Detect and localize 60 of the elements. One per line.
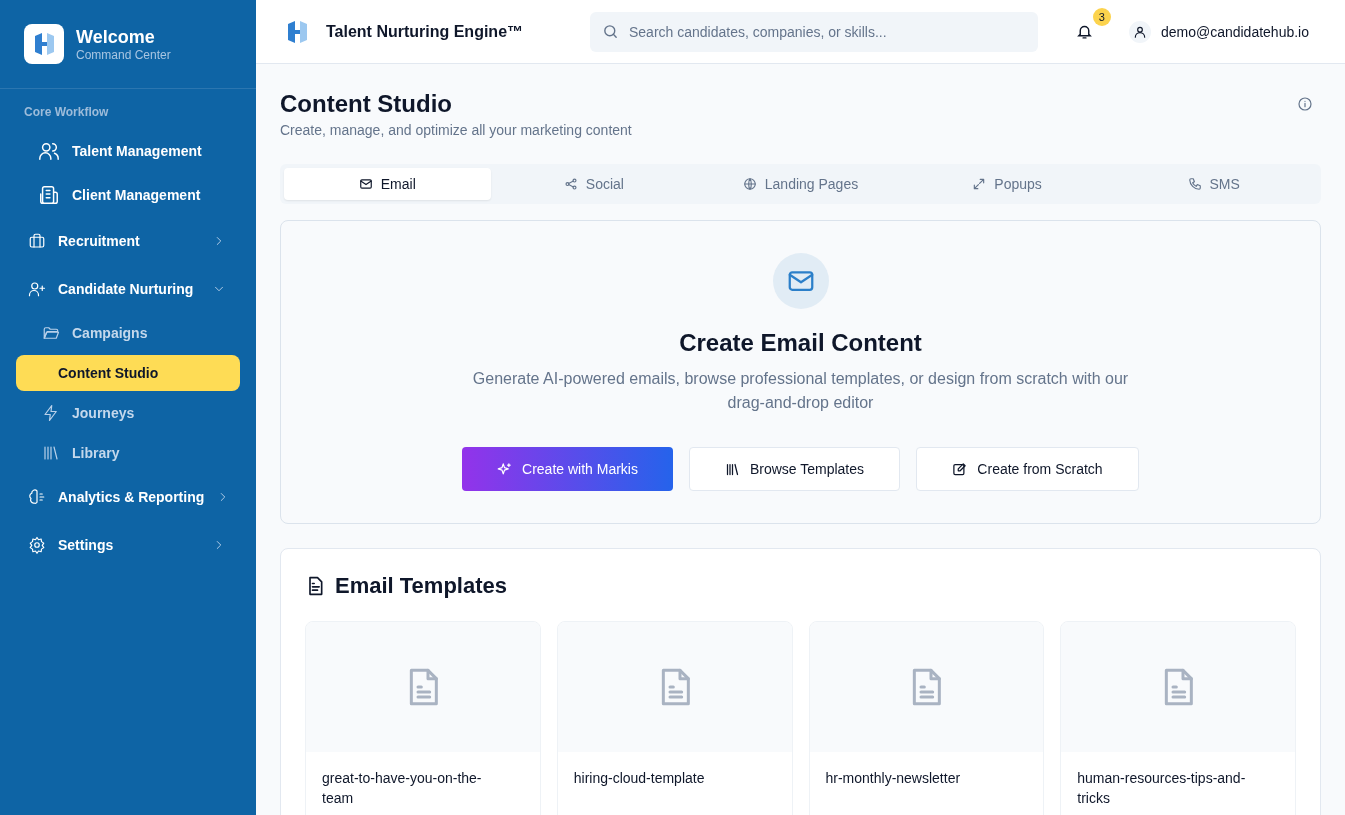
books-icon xyxy=(42,444,60,462)
share-icon xyxy=(563,177,578,191)
action-button[interactable]: Browse Templates xyxy=(689,447,900,491)
user-icon xyxy=(1132,24,1147,39)
template-name: great-to-have-you-on-the-team xyxy=(322,769,483,808)
panel-title: Create Email Content xyxy=(679,329,922,357)
nav-item[interactable]: Library xyxy=(16,433,240,473)
sparkles-icon xyxy=(497,461,513,477)
gear-icon xyxy=(28,536,46,554)
template-card[interactable]: human-resources-tips-and-tricks xyxy=(1060,621,1296,815)
search-field[interactable]: Search candidates, companies, or skills... xyxy=(590,11,1038,52)
nav-item[interactable]: Campaigns xyxy=(16,313,240,353)
template-card[interactable]: hr-monthly-newsletter xyxy=(808,621,1045,815)
brand-title: Welcome xyxy=(76,26,156,48)
users-icon xyxy=(38,140,60,162)
building-icon xyxy=(38,184,60,206)
template-name: hiring-cloud-template xyxy=(573,769,706,788)
search-icon xyxy=(602,22,619,40)
app-title: Talent Nurturing Engine™ xyxy=(326,22,525,41)
globe-icon xyxy=(742,177,757,191)
action-button[interactable]: Create from Scratch xyxy=(916,447,1139,491)
books-icon xyxy=(724,461,740,477)
user-email[interactable]: demo@candidatehub.io xyxy=(1160,23,1309,40)
section-title: Email Templates xyxy=(335,573,507,599)
user-plus-icon xyxy=(28,280,46,298)
brand-subtitle: Command Center xyxy=(76,47,171,62)
tab[interactable]: Social xyxy=(490,168,698,200)
panel-description: Generate AI-powered emails, browse professional templates, or design from scratch with our drag-and-drop editor xyxy=(471,369,1130,413)
nav-item[interactable]: Content Studio xyxy=(16,355,240,391)
tab[interactable]: Email xyxy=(284,168,491,200)
tab[interactable]: Popups xyxy=(903,168,1111,200)
notification-badge: 3 xyxy=(1092,7,1111,26)
page-title: Content Studio xyxy=(280,90,453,118)
template-card[interactable]: hiring-cloud-template xyxy=(556,621,793,815)
nav-item[interactable]: Journeys xyxy=(16,393,240,433)
template-name: hr-monthly-newsletter xyxy=(825,769,962,788)
tab[interactable]: SMS xyxy=(1110,168,1317,200)
edit-icon xyxy=(952,461,968,477)
tab[interactable]: Landing Pages xyxy=(697,168,904,200)
nav-item[interactable]: Candidate Nurturing xyxy=(16,265,240,313)
page-subtitle: Create, manage, and optimize all your marketing content xyxy=(280,122,632,138)
brain-icon xyxy=(28,488,46,506)
nav-item[interactable]: Talent Management xyxy=(16,129,240,173)
bell-icon[interactable] xyxy=(1076,23,1094,40)
template-card[interactable]: great-to-have-you-on-the-team xyxy=(305,621,541,815)
template-name: human-resources-tips-and-tricks xyxy=(1077,769,1247,808)
lightning-icon xyxy=(42,404,60,422)
expand-icon xyxy=(972,177,987,191)
briefcase-icon xyxy=(28,232,46,250)
folder-icon xyxy=(42,324,60,342)
mail-icon xyxy=(358,177,373,191)
info-icon[interactable] xyxy=(1297,96,1313,112)
action-button[interactable]: Create with Markis xyxy=(462,447,673,491)
phone-icon xyxy=(1187,177,1202,191)
nav-item[interactable]: Analytics & Reporting xyxy=(16,473,240,521)
nav-item[interactable]: Recruitment xyxy=(16,217,240,265)
section-label: Core Workflow xyxy=(23,104,110,121)
avatar[interactable] xyxy=(1128,20,1151,43)
nav-item[interactable]: Client Management xyxy=(16,173,240,217)
nav-item[interactable]: Settings xyxy=(16,521,240,569)
